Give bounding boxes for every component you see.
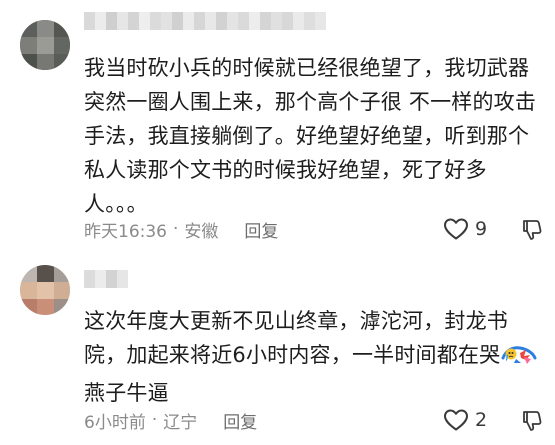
dislike-button[interactable] bbox=[520, 409, 544, 433]
avatar[interactable] bbox=[20, 265, 70, 315]
like-count: 2 bbox=[475, 409, 488, 431]
avatar[interactable] bbox=[20, 20, 70, 70]
heart-outline-icon bbox=[443, 408, 469, 432]
username-pixelated[interactable] bbox=[84, 12, 326, 30]
comment-text-main: 这次年度大更新不见山终章，滹沱河，封龙书院，加起来将近6小时内容，一半时间都在哭 bbox=[84, 309, 508, 367]
like-button[interactable]: 9 bbox=[443, 215, 487, 243]
reply-button[interactable]: 回复 bbox=[244, 217, 278, 242]
heart-outline-icon bbox=[443, 217, 469, 241]
meta-separator: · bbox=[173, 219, 179, 239]
crying-emoji-icon bbox=[500, 342, 538, 376]
dislike-button[interactable] bbox=[520, 218, 544, 242]
comment-meta: 昨天16:36 · 安徽 回复 bbox=[84, 217, 278, 242]
thumbs-down-outline-icon bbox=[520, 220, 544, 246]
comment-text: 这次年度大更新不见山终章，滹沱河，封龙书院，加起来将近6小时内容，一半时间都在哭… bbox=[84, 304, 546, 410]
reply-button[interactable]: 回复 bbox=[223, 408, 257, 433]
meta-separator: · bbox=[151, 410, 158, 430]
comment-meta: 6小时前 · 辽宁 回复 bbox=[84, 408, 257, 433]
comment-2: 这次年度大更新不见山终章，滹沱河，封龙书院，加起来将近6小时内容，一半时间都在哭… bbox=[0, 245, 555, 445]
comment-text: 我当时砍小兵的时候就已经很绝望了，我切武器突然一圈人围上来，那个高个子很 不一样… bbox=[84, 56, 537, 216]
comment-time: 昨天16:36 bbox=[84, 221, 167, 242]
comment-1: 我当时砍小兵的时候就已经很绝望了，我切武器突然一圈人围上来，那个高个子很 不一样… bbox=[0, 0, 555, 245]
thumbs-down-outline-icon bbox=[520, 411, 544, 437]
comment-time: 6小时前 bbox=[84, 412, 146, 433]
like-count: 9 bbox=[475, 218, 488, 240]
comment-location: 辽宁 bbox=[163, 412, 198, 433]
like-button[interactable]: 2 bbox=[443, 406, 487, 434]
comment-text-tail: 燕子牛逼 bbox=[84, 381, 169, 405]
comment-location: 安徽 bbox=[184, 221, 219, 242]
username-pixelated[interactable] bbox=[84, 270, 128, 288]
